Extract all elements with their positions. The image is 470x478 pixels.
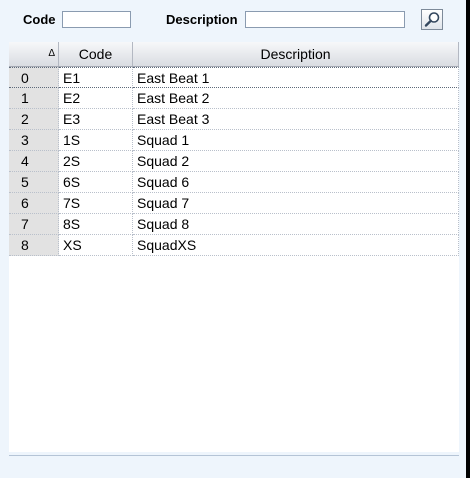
sort-ascending-icon: Δ bbox=[48, 48, 55, 59]
description-cell[interactable]: Squad 8 bbox=[133, 214, 459, 235]
status-bar bbox=[9, 455, 459, 476]
results-grid: Δ Code Description 0 E1 East Beat 1 1 E2 East… bbox=[9, 42, 459, 452]
table-row[interactable]: 0 E1 East Beat 1 bbox=[9, 67, 459, 88]
table-row[interactable]: 2 E3 East Beat 3 bbox=[9, 109, 459, 130]
search-button[interactable] bbox=[421, 9, 443, 30]
description-cell[interactable]: SquadXS bbox=[133, 235, 459, 256]
row-index-cell[interactable]: 3 bbox=[9, 130, 59, 151]
row-index-cell[interactable]: 4 bbox=[9, 151, 59, 172]
row-index-cell[interactable]: 1 bbox=[9, 88, 59, 109]
table-row[interactable]: 4 2S Squad 2 bbox=[9, 151, 459, 172]
index-column-header[interactable]: Δ bbox=[9, 42, 59, 66]
description-cell[interactable]: Squad 6 bbox=[133, 172, 459, 193]
table-row[interactable]: 7 8S Squad 8 bbox=[9, 214, 459, 235]
lookup-window: Code Description Δ Code Description 0 E1 E… bbox=[0, 0, 468, 478]
code-input[interactable] bbox=[62, 11, 131, 28]
description-label: Description bbox=[166, 12, 238, 27]
code-cell[interactable]: E2 bbox=[59, 88, 133, 109]
description-cell[interactable]: East Beat 1 bbox=[133, 67, 459, 88]
description-cell[interactable]: East Beat 3 bbox=[133, 109, 459, 130]
row-index-cell[interactable]: 2 bbox=[9, 109, 59, 130]
row-index-cell[interactable]: 5 bbox=[9, 172, 59, 193]
code-cell[interactable]: 6S bbox=[59, 172, 133, 193]
description-cell[interactable]: Squad 2 bbox=[133, 151, 459, 172]
code-cell[interactable]: 7S bbox=[59, 193, 133, 214]
table-row[interactable]: 5 6S Squad 6 bbox=[9, 172, 459, 193]
description-cell[interactable]: Squad 1 bbox=[133, 130, 459, 151]
grid-header: Δ Code Description bbox=[9, 42, 459, 67]
code-cell[interactable]: E3 bbox=[59, 109, 133, 130]
row-index-cell[interactable]: 7 bbox=[9, 214, 59, 235]
table-row[interactable]: 8 XS SquadXS bbox=[9, 235, 459, 256]
code-cell[interactable]: E1 bbox=[59, 67, 133, 88]
code-cell[interactable]: 2S bbox=[59, 151, 133, 172]
table-row[interactable]: 1 E2 East Beat 2 bbox=[9, 88, 459, 109]
code-cell[interactable]: XS bbox=[59, 235, 133, 256]
magnifier-icon bbox=[424, 12, 440, 27]
description-input[interactable] bbox=[245, 11, 405, 28]
table-row[interactable]: 3 1S Squad 1 bbox=[9, 130, 459, 151]
row-index-cell[interactable]: 0 bbox=[9, 67, 59, 88]
description-column-header[interactable]: Description bbox=[133, 42, 459, 66]
row-index-cell[interactable]: 6 bbox=[9, 193, 59, 214]
description-cell[interactable]: Squad 7 bbox=[133, 193, 459, 214]
code-cell[interactable]: 1S bbox=[59, 130, 133, 151]
code-column-header[interactable]: Code bbox=[59, 42, 133, 66]
description-cell[interactable]: East Beat 2 bbox=[133, 88, 459, 109]
code-cell[interactable]: 8S bbox=[59, 214, 133, 235]
code-label: Code bbox=[23, 12, 56, 27]
filter-bar: Code Description bbox=[0, 0, 466, 40]
row-index-cell[interactable]: 8 bbox=[9, 235, 59, 256]
table-row[interactable]: 6 7S Squad 7 bbox=[9, 193, 459, 214]
